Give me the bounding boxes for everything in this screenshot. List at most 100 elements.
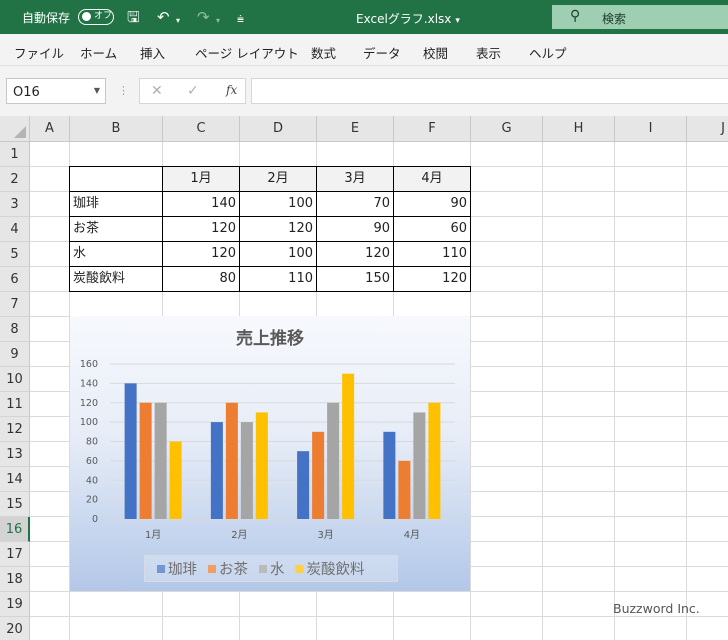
search-box[interactable]: ⚲ 検索 [552, 5, 728, 29]
table-cell[interactable]: 90 [316, 216, 394, 242]
tab-file[interactable]: ファイル [14, 43, 64, 62]
table-cell[interactable]: 60 [393, 216, 471, 242]
table-cell[interactable]: 120 [162, 241, 240, 267]
row-header-5[interactable]: 5 [0, 242, 30, 267]
row-header-12[interactable]: 12 [0, 417, 30, 442]
chart-legend[interactable] [144, 555, 398, 582]
row-header-19[interactable]: 19 [0, 592, 30, 617]
column-header-h[interactable]: H [543, 116, 615, 142]
row-header-3[interactable]: 3 [0, 192, 30, 217]
table-header-cell[interactable]: 4月 [393, 166, 471, 192]
more-options-icon[interactable]: ⋮ [118, 84, 129, 97]
table-cell[interactable]: お茶 [69, 216, 163, 242]
search-placeholder: 検索 [602, 12, 627, 26]
column-chart[interactable]: 売上推移 0 20 40 60 80 100 120 140 160 1月 2月 3月 4月 珈琲 お茶水炭酸… [70, 316, 470, 591]
select-all-corner[interactable] [0, 116, 30, 142]
table-cell[interactable]: 110 [393, 241, 471, 267]
column-header-i[interactable]: I [615, 116, 687, 142]
table-cell[interactable]: 120 [162, 216, 240, 242]
tab-insert[interactable]: 挿入 [140, 43, 165, 62]
enter-icon[interactable]: ✓ [187, 83, 199, 99]
column-header-e[interactable]: E [317, 116, 394, 142]
table-cell[interactable]: 120 [393, 266, 471, 292]
column-header-d[interactable]: D [240, 116, 317, 142]
row-header-9[interactable]: 9 [0, 342, 30, 367]
row-header-6[interactable]: 6 [0, 267, 30, 292]
table-header-cell[interactable]: 3月 [316, 166, 394, 192]
row-header-11[interactable]: 11 [0, 392, 30, 417]
y-tick-label: 140 [80, 378, 98, 389]
row-header-15[interactable]: 15 [0, 492, 30, 517]
x-tick-label: 2月 [231, 529, 247, 541]
row-header-2[interactable]: 2 [0, 167, 30, 192]
column-header-g[interactable]: G [471, 116, 543, 142]
table-header-cell[interactable]: 1月 [162, 166, 240, 192]
bar-4-3 [342, 373, 355, 519]
table-cell[interactable]: 90 [393, 191, 471, 217]
formula-input[interactable] [251, 78, 728, 104]
table-cell[interactable]: 150 [316, 266, 394, 292]
table-cell[interactable]: 110 [239, 266, 317, 292]
column-header-f[interactable]: F [394, 116, 471, 142]
column-header-c[interactable]: C [163, 116, 240, 142]
row-header-16[interactable]: 16 [0, 517, 30, 542]
x-tick-label: 4月 [404, 529, 420, 541]
table-cell[interactable]: 100 [239, 241, 317, 267]
gridline [30, 591, 728, 592]
bar-2-1 [139, 402, 152, 519]
table-cell[interactable]: 珈琲 [69, 191, 163, 217]
table-cell[interactable]: 70 [316, 191, 394, 217]
bar-2-3 [312, 431, 325, 519]
autosave-label: 自動保存 [22, 11, 71, 25]
chevron-down-icon[interactable]: ▼ [94, 86, 100, 95]
table-header-cell[interactable]: 2月 [239, 166, 317, 192]
worksheet-grid[interactable]: A B C D E F G H I J 1 2 3 4 5 6 7 8 9 10 11 12 13 14 15 16 17 18 19 2… [0, 116, 728, 640]
undo-icon[interactable]: ↶ [157, 8, 170, 26]
row-header-7[interactable]: 7 [0, 292, 30, 317]
undo-dropdown-icon[interactable]: ▾ [176, 12, 180, 30]
tab-review[interactable]: 校閲 [423, 43, 448, 62]
table-cell[interactable]: 水 [69, 241, 163, 267]
name-box[interactable]: O16 ▼ [6, 78, 106, 104]
tab-data[interactable]: データ [363, 43, 401, 62]
ribbon-tabs: ファイル ホーム 挿入 ページ レイアウト 数式 データ 校閲 表示 ヘルプ [0, 34, 728, 66]
row-header-8[interactable]: 8 [0, 317, 30, 342]
table-header-cell[interactable] [69, 166, 163, 192]
chart-title: 売上推移 [236, 328, 304, 349]
bar-2-4 [398, 460, 411, 519]
redo-icon[interactable]: ↷ [197, 8, 210, 26]
redo-dropdown-icon[interactable]: ▾ [216, 12, 220, 30]
save-icon[interactable]: 🖫 [127, 8, 140, 26]
row-header-18[interactable]: 18 [0, 567, 30, 592]
table-cell[interactable]: 140 [162, 191, 240, 217]
row-header-14[interactable]: 14 [0, 467, 30, 492]
table-cell[interactable]: 120 [316, 241, 394, 267]
column-header-b[interactable]: B [70, 116, 163, 142]
row-header-20[interactable]: 20 [0, 617, 30, 640]
table-cell[interactable]: 120 [239, 216, 317, 242]
row-header-1[interactable]: 1 [0, 142, 30, 167]
row-header-13[interactable]: 13 [0, 442, 30, 467]
tab-view[interactable]: 表示 [476, 43, 501, 62]
column-header-j[interactable]: J [687, 116, 728, 142]
table-cell[interactable]: 炭酸飲料 [69, 266, 163, 292]
tab-formulas[interactable]: 数式 [311, 43, 336, 62]
tab-home[interactable]: ホーム [80, 43, 117, 62]
row-header-10[interactable]: 10 [0, 367, 30, 392]
bar-1-4 [383, 431, 396, 519]
x-tick-label: 3月 [317, 529, 333, 541]
row-header-17[interactable]: 17 [0, 542, 30, 567]
table-cell[interactable]: 80 [162, 266, 240, 292]
tab-page-layout[interactable]: ページ レイアウト [195, 43, 299, 62]
tab-help[interactable]: ヘルプ [529, 43, 567, 62]
cancel-icon[interactable]: ✕ [151, 83, 163, 99]
insert-function-icon[interactable]: fx [226, 83, 237, 97]
table-cell[interactable]: 100 [239, 191, 317, 217]
autosave-toggle[interactable]: オフ [78, 9, 114, 25]
column-header-a[interactable]: A [30, 116, 70, 142]
row-header-4[interactable]: 4 [0, 217, 30, 242]
file-title[interactable]: Excelグラフ.xlsx ▾ [356, 10, 460, 27]
search-icon: ⚲ [570, 8, 581, 24]
name-box-value: O16 [13, 85, 40, 100]
customize-toolbar-icon[interactable]: ⩧ [237, 10, 244, 28]
